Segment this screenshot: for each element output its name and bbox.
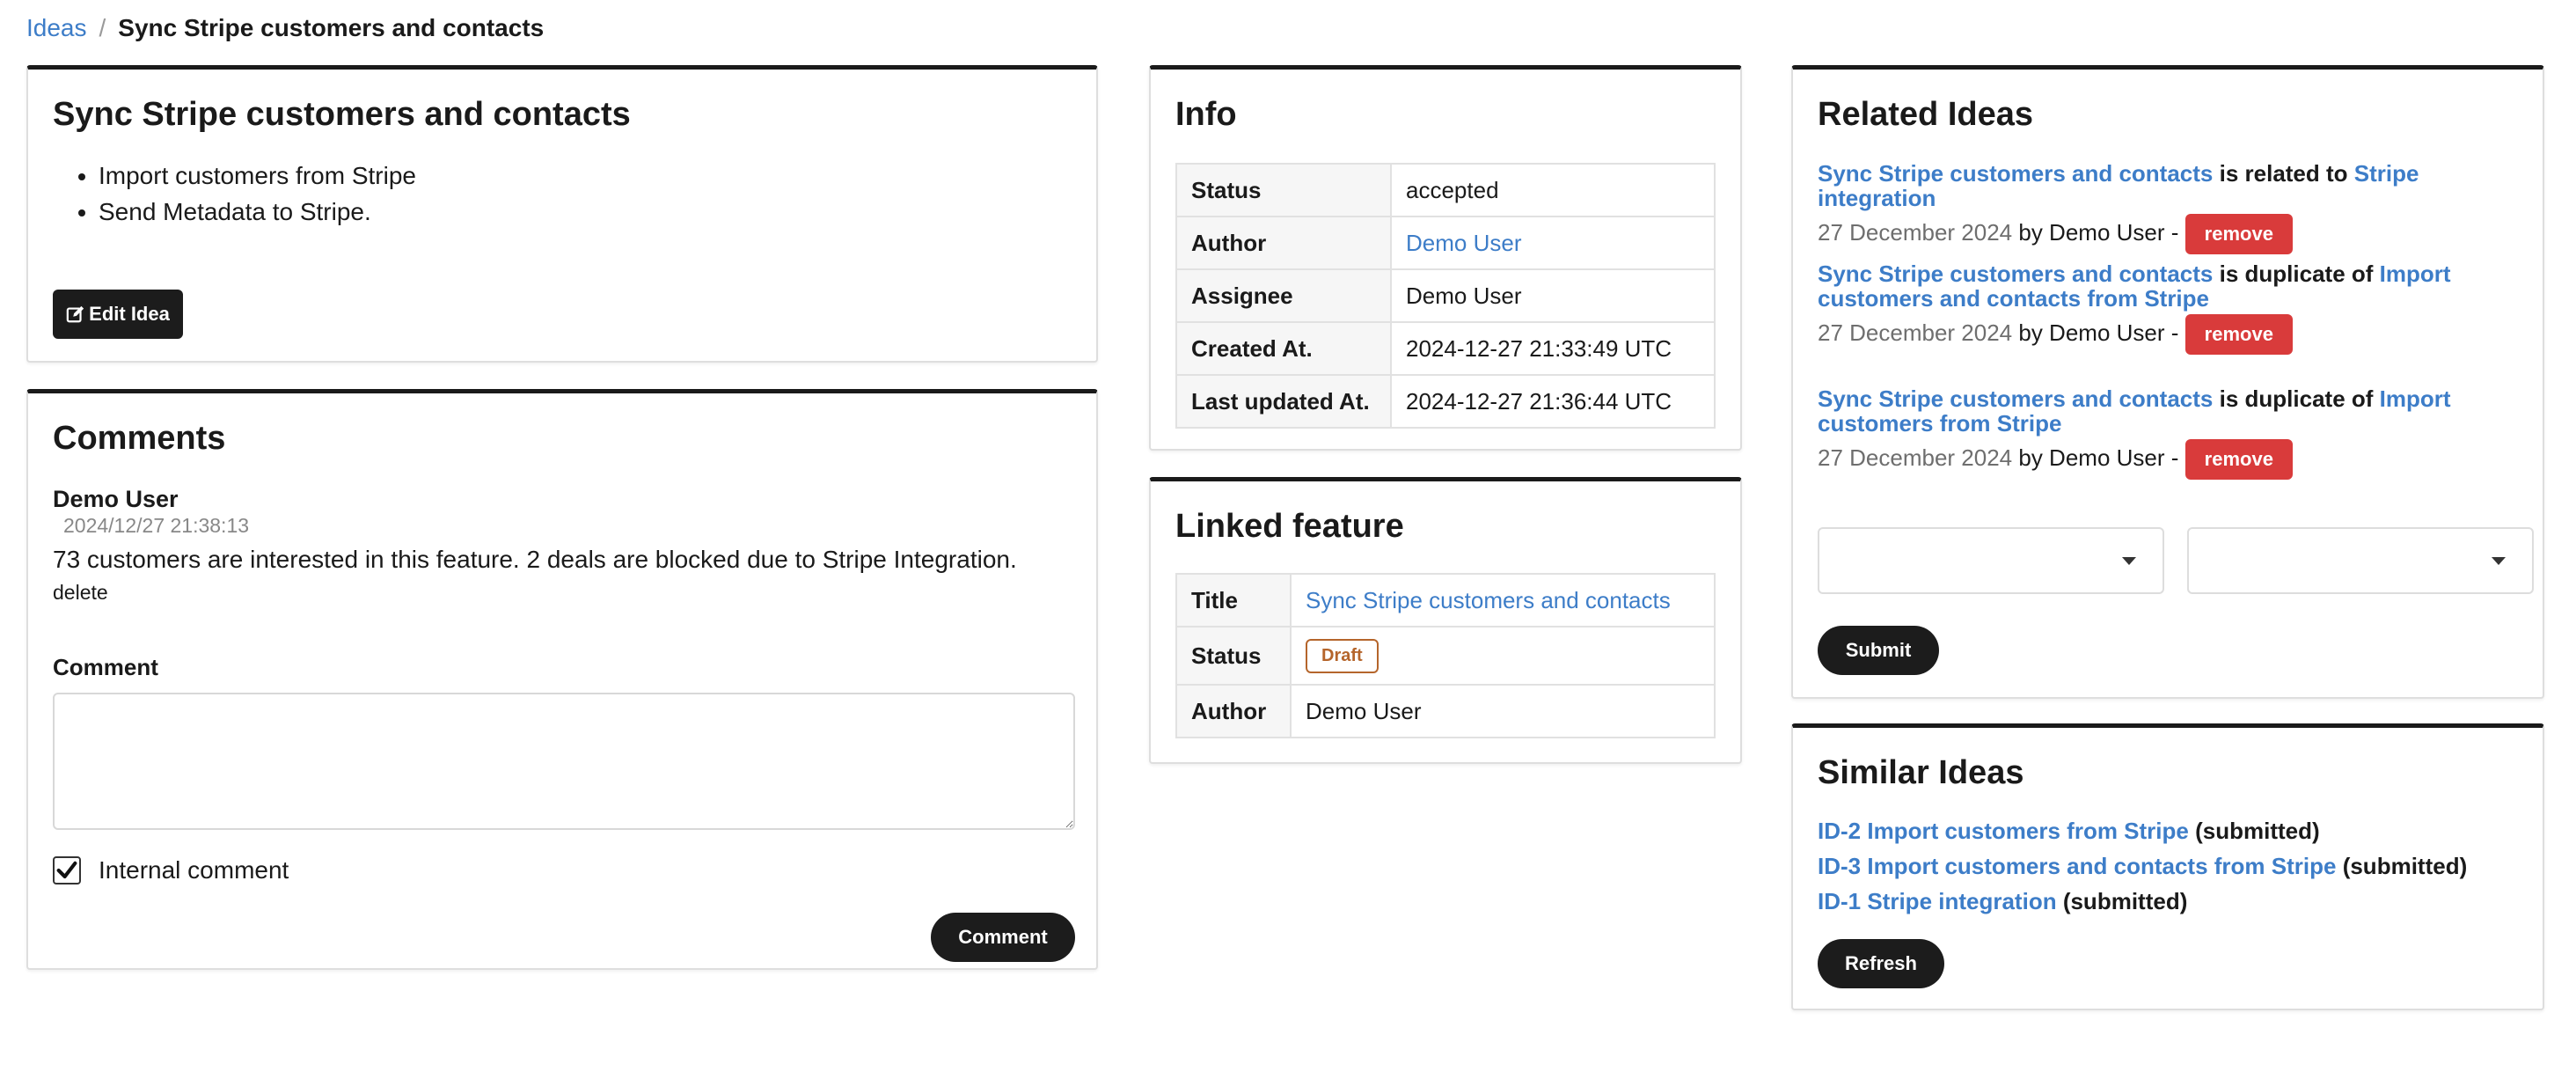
linked-feature-key: Status (1175, 626, 1292, 686)
remove-relation-button[interactable]: remove (2184, 314, 2293, 356)
caret-down-icon (2122, 557, 2136, 565)
related-date: 27 December 2024 (1818, 444, 2013, 471)
linked-feature-table: Title Sync Stripe customers and contacts… (1175, 573, 1716, 738)
status-badge: Draft (1306, 638, 1379, 673)
similar-idea-link[interactable]: ID-2 Import customers from Stripe (1818, 818, 2189, 844)
related-ideas-panel: Related Ideas Sync Stripe customers and … (1791, 65, 2544, 699)
breadcrumb: Ideas / Sync Stripe customers and contac… (26, 12, 544, 44)
similar-idea-status: (submitted) (2062, 888, 2188, 914)
similar-ideas-title: Similar Ideas (1818, 754, 2024, 791)
similar-idea-link[interactable]: ID-1 Stripe integration (1818, 888, 2057, 914)
similar-ideas-panel: Similar Ideas ID-2 Import customers from… (1791, 723, 2544, 1010)
idea-description-item: Send Metadata to Stripe. (99, 194, 416, 230)
relation-label: is duplicate of (2219, 261, 2374, 287)
info-value-status: accepted (1390, 163, 1716, 217)
similar-idea-item: ID-3 Import customers and contacts from … (1818, 851, 2467, 881)
related-by: by Demo User - (2018, 444, 2179, 471)
info-table: Status accepted Author Demo User Assigne… (1175, 163, 1716, 429)
edit-idea-label: Edit Idea (89, 303, 170, 325)
related-by: by Demo User - (2018, 219, 2179, 246)
info-title: Info (1175, 96, 1237, 133)
similar-idea-item: ID-1 Stripe integration (submitted) (1818, 886, 2187, 916)
breadcrumb-current: Sync Stripe customers and contacts (118, 14, 545, 41)
comment-text: 73 customers are interested in this feat… (53, 546, 1017, 573)
comment-form-label: Comment (53, 654, 158, 680)
relation-label: is duplicate of (2219, 385, 2374, 412)
linked-feature-row-title: Title Sync Stripe customers and contacts (1175, 573, 1716, 628)
related-idea-entry: Sync Stripe customers and contacts is du… (1818, 385, 2521, 481)
internal-comment-checkbox[interactable] (53, 856, 81, 884)
idea-panel: Sync Stripe customers and contacts Impor… (26, 65, 1098, 363)
idea-description-list: Import customers from Stripe Send Metada… (99, 158, 416, 230)
info-key: Author (1175, 216, 1392, 270)
checkmark-icon (56, 861, 77, 879)
comment-item: Demo User 2024/12/27 21:38:13 73 custome… (53, 485, 1065, 606)
submit-comment-button[interactable]: Comment (931, 913, 1075, 962)
info-key: Status (1175, 163, 1392, 217)
relation-label: is related to (2219, 160, 2348, 187)
info-panel: Info Status accepted Author Demo User As… (1149, 65, 1742, 451)
edit-icon (66, 305, 84, 323)
info-row-status: Status accepted (1175, 163, 1716, 217)
remove-relation-button[interactable]: remove (2184, 439, 2293, 481)
info-key: Assignee (1175, 268, 1392, 323)
related-idea-entry: Sync Stripe customers and contacts is re… (1818, 160, 2521, 255)
info-author-link[interactable]: Demo User (1406, 230, 1521, 256)
info-row-created: Created At. 2024-12-27 21:33:49 UTC (1175, 321, 1716, 376)
related-by: by Demo User - (2018, 319, 2179, 346)
comment-timestamp: 2024/12/27 21:38:13 (63, 514, 250, 537)
linked-feature-row-author: Author Demo User (1175, 684, 1716, 738)
info-value-updated: 2024-12-27 21:36:44 UTC (1390, 374, 1716, 429)
related-ideas-title: Related Ideas (1818, 96, 2033, 133)
related-source-link[interactable]: Sync Stripe customers and contacts (1818, 160, 2213, 187)
related-date: 27 December 2024 (1818, 319, 2013, 346)
similar-idea-item: ID-2 Import customers from Stripe (submi… (1818, 816, 2320, 846)
comments-title: Comments (53, 420, 226, 457)
submit-relation-button[interactable]: Submit (1818, 626, 1939, 675)
related-source-link[interactable]: Sync Stripe customers and contacts (1818, 261, 2213, 287)
relation-type-select[interactable] (1818, 527, 2164, 594)
info-row-updated: Last updated At. 2024-12-27 21:36:44 UTC (1175, 374, 1716, 429)
linked-feature-row-status: Status Draft (1175, 626, 1716, 686)
info-row-author: Author Demo User (1175, 216, 1716, 270)
breadcrumb-ideas-link[interactable]: Ideas (26, 12, 87, 44)
breadcrumb-separator: / (99, 14, 106, 41)
related-date: 27 December 2024 (1818, 219, 2013, 246)
caret-down-icon (2492, 557, 2506, 565)
idea-description-item: Import customers from Stripe (99, 158, 416, 194)
similar-idea-status: (submitted) (2195, 818, 2320, 844)
comments-panel: Comments Demo User 2024/12/27 21:38:13 7… (26, 389, 1098, 970)
comment-author: Demo User (53, 486, 179, 512)
related-source-link[interactable]: Sync Stripe customers and contacts (1818, 385, 2213, 412)
info-key: Created At. (1175, 321, 1392, 376)
related-idea-entry: Sync Stripe customers and contacts is du… (1818, 261, 2521, 356)
comment-textarea[interactable] (53, 693, 1075, 830)
edit-idea-button[interactable]: Edit Idea (53, 290, 183, 339)
info-key: Last updated At. (1175, 374, 1392, 429)
page: Ideas / Sync Stripe customers and contac… (0, 0, 2576, 1079)
similar-idea-link[interactable]: ID-3 Import customers and contacts from … (1818, 853, 2336, 879)
similar-idea-status: (submitted) (2342, 853, 2468, 879)
info-value-assignee: Demo User (1390, 268, 1716, 323)
linked-feature-title-link[interactable]: Sync Stripe customers and contacts (1306, 587, 1671, 613)
idea-title: Sync Stripe customers and contacts (53, 96, 631, 133)
linked-feature-author: Demo User (1290, 684, 1716, 738)
comment-delete-link[interactable]: delete (53, 578, 1065, 606)
linked-feature-key: Author (1175, 684, 1292, 738)
internal-comment-label[interactable]: Internal comment (99, 856, 289, 884)
related-idea-select[interactable] (2187, 527, 2534, 594)
remove-relation-button[interactable]: remove (2184, 214, 2293, 255)
info-row-assignee: Assignee Demo User (1175, 268, 1716, 323)
linked-feature-key: Title (1175, 573, 1292, 628)
linked-feature-panel: Linked feature Title Sync Stripe custome… (1149, 477, 1742, 764)
info-value-created: 2024-12-27 21:33:49 UTC (1390, 321, 1716, 376)
refresh-button[interactable]: Refresh (1818, 939, 1944, 988)
linked-feature-title: Linked feature (1175, 508, 1404, 545)
